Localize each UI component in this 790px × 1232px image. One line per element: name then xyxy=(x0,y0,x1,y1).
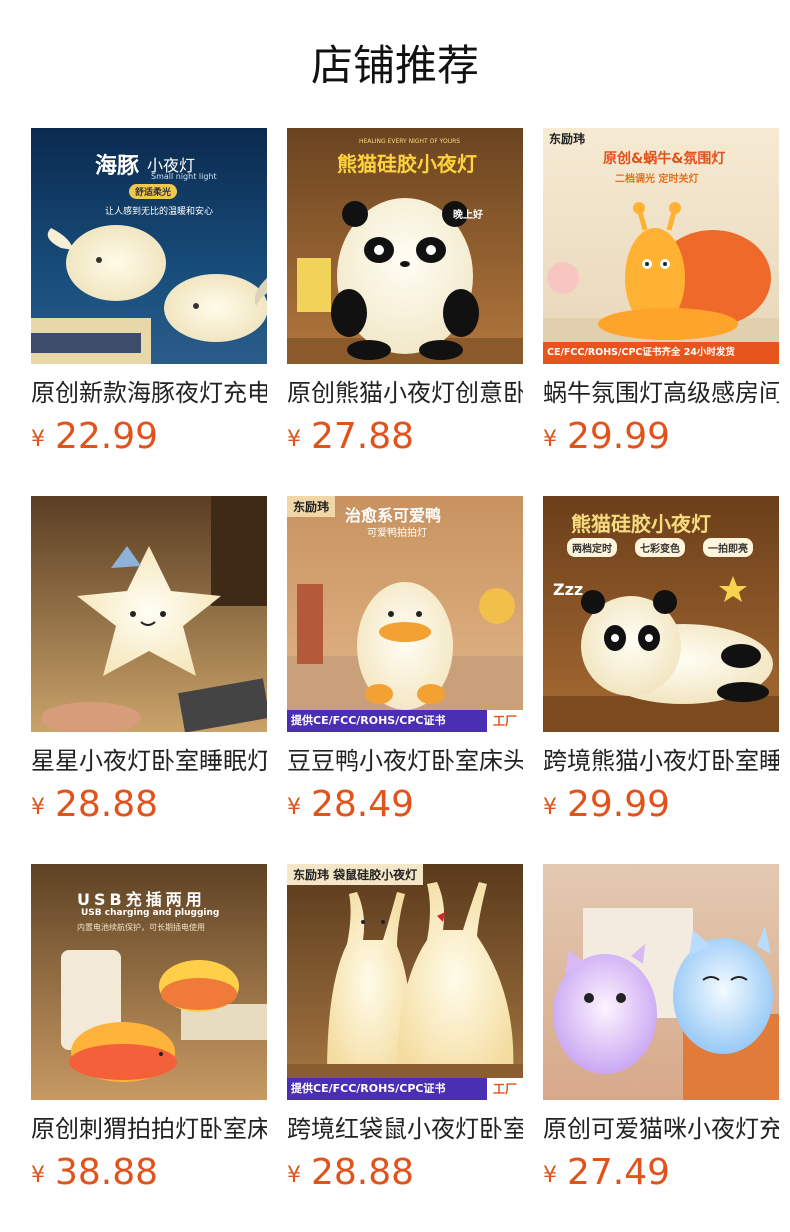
product-image-lying-panda-lamp[interactable]: 熊猫硅胶小夜灯 两档定时 七彩变色 一拍即亮 Zzz xyxy=(543,496,779,732)
product-image-duck-lamp[interactable]: 东励玮 治愈系可爱鸭 可爱鸭拍拍灯 提供CE/FCC/ROHS/CPC证书 工厂 xyxy=(287,496,523,732)
product-image-panda-lamp[interactable]: HEALING EVERY NIGHT OF YOURS 熊猫硅胶小夜灯 晚上好 xyxy=(287,128,523,364)
image-line: 内置电池续航保护，可长期插电使用 xyxy=(77,923,205,932)
product-card[interactable]: USB充插两用 USB charging and plugging 内置电池续航… xyxy=(31,864,267,1193)
image-zzz: Zzz xyxy=(553,580,584,599)
currency-symbol: ¥ xyxy=(543,427,557,452)
image-headline: 熊猫硅胶小夜灯 xyxy=(571,512,711,536)
product-image-cat-lamp[interactable] xyxy=(543,864,779,1100)
product-card[interactable]: 星星小夜灯卧室睡眠灯 ¥28.88 xyxy=(31,496,267,825)
product-name[interactable]: 原创熊猫小夜灯创意卧室 xyxy=(287,376,523,410)
product-name[interactable]: 原创新款海豚夜灯充电卧室 xyxy=(31,376,267,410)
image-badge: 提供CE/FCC/ROHS/CPC证书 xyxy=(287,1078,487,1100)
product-name[interactable]: 星星小夜灯卧室睡眠灯 xyxy=(31,744,267,778)
product-image-hedgehog-lamp[interactable]: USB充插两用 USB charging and plugging 内置电池续航… xyxy=(31,864,267,1100)
product-card[interactable]: 原创可爱猫咪小夜灯充电 ¥27.49 xyxy=(543,864,779,1193)
currency-symbol: ¥ xyxy=(287,427,301,452)
price-value: 22.99 xyxy=(55,416,159,457)
product-card[interactable]: 东励玮 袋鼠硅胶小夜灯 提供CE/FCC/ROHS/CPC证书 工厂 跨境红袋鼠… xyxy=(287,864,523,1193)
image-headline: USB充插两用 xyxy=(77,890,206,909)
image-chip-1: 两档定时 xyxy=(567,538,617,557)
product-name[interactable]: 原创可爱猫咪小夜灯充电 xyxy=(543,1112,779,1146)
product-price: ¥28.49 xyxy=(287,782,414,834)
image-brand-tag: 东励玮 袋鼠硅胶小夜灯 xyxy=(287,864,424,885)
product-grid: 海豚 小夜灯 Small night light 舒适柔光 让人感到无比的温暖和… xyxy=(31,128,779,1193)
currency-symbol: ¥ xyxy=(31,427,45,452)
price-value: 28.88 xyxy=(55,784,159,825)
image-badge: 提供CE/FCC/ROHS/CPC证书 xyxy=(287,710,487,732)
price-value: 38.88 xyxy=(55,1152,159,1193)
product-name[interactable]: 原创刺猬拍拍灯卧室床头 xyxy=(31,1112,267,1146)
product-card[interactable]: 东励玮 原创&蜗牛&氛围灯 二档调光 定时关灯 CE/FCC/ROHS/CPC证… xyxy=(543,128,779,457)
product-name[interactable]: 跨境红袋鼠小夜灯卧室 xyxy=(287,1112,523,1146)
image-brand-tag: 东励玮 xyxy=(543,128,592,149)
currency-symbol: ¥ xyxy=(31,1163,45,1188)
product-price: ¥28.88 xyxy=(31,782,158,834)
image-sub: USB charging and plugging xyxy=(81,908,220,918)
product-price: ¥29.99 xyxy=(543,782,670,834)
product-name[interactable]: 跨境熊猫小夜灯卧室睡眠 xyxy=(543,744,779,778)
price-value: 28.88 xyxy=(311,1152,415,1193)
image-brand-tag: 东励玮 xyxy=(287,496,336,517)
product-card[interactable]: HEALING EVERY NIGHT OF YOURS 熊猫硅胶小夜灯 晚上好… xyxy=(287,128,523,457)
image-badge-right: 工厂 xyxy=(487,710,523,732)
page-title: 店铺推荐 xyxy=(310,41,479,90)
image-headline: 海豚 xyxy=(95,154,140,179)
image-headline: 原创&蜗牛&氛围灯 xyxy=(603,151,726,167)
currency-symbol: ¥ xyxy=(31,795,45,820)
currency-symbol: ¥ xyxy=(287,795,301,820)
image-badge-right: 工厂 xyxy=(487,1078,523,1100)
image-pill: 舒适柔光 xyxy=(129,184,178,199)
product-name[interactable]: 蜗牛氛围灯高级感房间 xyxy=(543,376,779,410)
product-price: ¥27.49 xyxy=(543,1150,670,1202)
product-card[interactable]: 东励玮 治愈系可爱鸭 可爱鸭拍拍灯 提供CE/FCC/ROHS/CPC证书 工厂… xyxy=(287,496,523,825)
product-image-kangaroo-lamp[interactable]: 东励玮 袋鼠硅胶小夜灯 提供CE/FCC/ROHS/CPC证书 工厂 xyxy=(287,864,523,1100)
image-sub: 二档调光 定时关灯 xyxy=(615,174,699,185)
image-line: 让人感到无比的温暖和安心 xyxy=(105,207,214,217)
product-name[interactable]: 豆豆鸭小夜灯卧室床头 xyxy=(287,744,523,778)
image-badge: CE/FCC/ROHS/CPC证书齐全 24小时发货 xyxy=(543,342,779,364)
image-headline: 熊猫硅胶小夜灯 xyxy=(337,152,477,176)
image-sub: Small night light xyxy=(151,172,217,181)
product-card[interactable]: 熊猫硅胶小夜灯 两档定时 七彩变色 一拍即亮 Zzz 跨境熊猫小夜灯卧室睡眠 ¥… xyxy=(543,496,779,825)
product-price: ¥22.99 xyxy=(31,414,158,466)
price-value: 27.49 xyxy=(567,1152,671,1193)
image-chip-2: 七彩变色 xyxy=(635,538,685,557)
product-price: ¥28.88 xyxy=(287,1150,414,1202)
image-chip-3: 一拍即亮 xyxy=(703,538,753,557)
image-top-text: HEALING EVERY NIGHT OF YOURS xyxy=(359,138,461,145)
currency-symbol: ¥ xyxy=(543,1163,557,1188)
price-value: 28.49 xyxy=(311,784,415,825)
product-image-dolphin-lamp[interactable]: 海豚 小夜灯 Small night light 舒适柔光 让人感到无比的温暖和… xyxy=(31,128,267,364)
currency-symbol: ¥ xyxy=(287,1163,301,1188)
product-price: ¥38.88 xyxy=(31,1150,158,1202)
image-note: 晚上好 xyxy=(453,210,483,221)
price-value: 29.99 xyxy=(567,784,671,825)
image-sub: 可爱鸭拍拍灯 xyxy=(367,528,427,539)
product-image-snail-lamp[interactable]: 东励玮 原创&蜗牛&氛围灯 二档调光 定时关灯 CE/FCC/ROHS/CPC证… xyxy=(543,128,779,364)
image-headline: 治愈系可爱鸭 xyxy=(345,506,442,525)
currency-symbol: ¥ xyxy=(543,795,557,820)
product-price: ¥29.99 xyxy=(543,414,670,466)
price-value: 29.99 xyxy=(567,416,671,457)
price-value: 27.88 xyxy=(311,416,415,457)
product-card[interactable]: 海豚 小夜灯 Small night light 舒适柔光 让人感到无比的温暖和… xyxy=(31,128,267,457)
product-price: ¥27.88 xyxy=(287,414,414,466)
product-image-star-lamp[interactable] xyxy=(31,496,267,732)
